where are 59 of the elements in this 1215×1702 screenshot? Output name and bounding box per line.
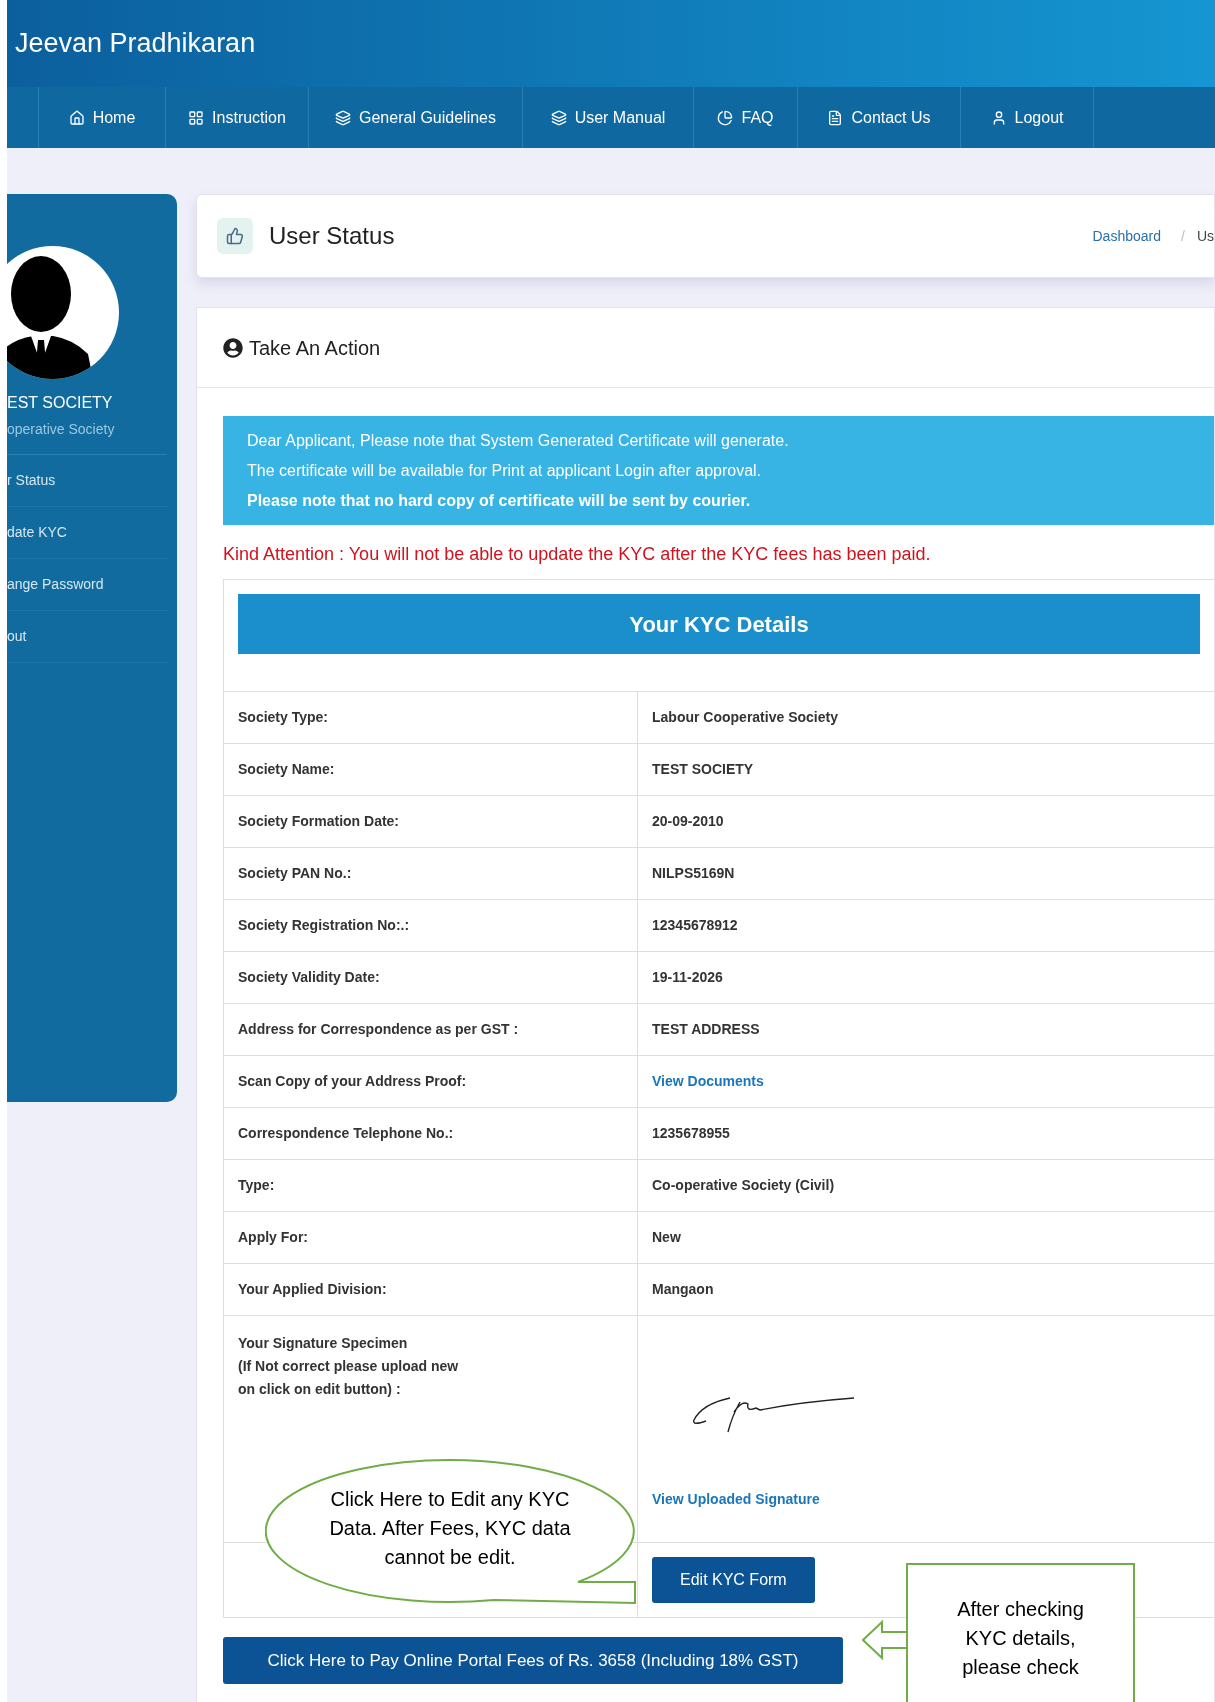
nav-link[interactable]: Home: [38, 87, 165, 148]
label-cell: Scan Copy of your Address Proof:: [224, 1056, 638, 1107]
card-title: Take An Action: [249, 335, 381, 361]
layers-icon: [550, 109, 567, 126]
nav-link[interactable]: FAQ: [693, 87, 797, 148]
document-icon: [827, 109, 844, 126]
edit-kyc-button[interactable]: Edit KYC Form: [652, 1557, 815, 1603]
nav-link[interactable]: Logout: [960, 87, 1094, 148]
breadcrumb-link[interactable]: Dashboard: [1092, 225, 1161, 247]
label-cell: Address for Correspondence as per GST :: [224, 1004, 638, 1055]
value-cell-text: Labour Cooperative Society: [651, 708, 839, 727]
label-cell: Correspondence Telephone No.:: [224, 1108, 638, 1159]
label-cell: Society Registration No:.:: [224, 900, 638, 951]
sidebar-item[interactable]: ange Password: [7, 559, 167, 611]
label-cell: Your Applied Division:: [224, 1264, 638, 1315]
nav-link[interactable]: Instruction: [165, 87, 308, 148]
thumbs-up-icon: [217, 218, 253, 254]
label-cell: Society Validity Date:: [224, 952, 638, 1003]
pie-chart-icon: [717, 109, 734, 126]
value-cell-text: 12345678912: [651, 916, 739, 935]
notice-line: Please note that no hard copy of certificate will be sent by courier.: [247, 490, 752, 511]
signature-link[interactable]: View Uploaded Signature: [652, 1489, 1200, 1510]
label-cell: Apply For:: [224, 1212, 638, 1263]
value-cell-text: New: [651, 1228, 682, 1247]
kyc-title-bar: Your KYC Details: [238, 594, 1200, 654]
value-cell-text: Co-operative Society (Civil): [651, 1176, 836, 1195]
site-title: Jeevan Pradhikaran: [15, 27, 256, 61]
label-cell: Society Type:: [224, 692, 638, 743]
value-cell-text: Mangaon: [651, 1280, 715, 1299]
pay-fees-button[interactable]: Click Here to Pay Online Portal Fees of Rs. 3658 (Including 18% GST): [223, 1637, 843, 1684]
notice-line: Dear Applicant, Please note that System Generated Certificate will generate.: [247, 430, 790, 451]
label-cell: Type:: [224, 1160, 638, 1211]
nav-link[interactable]: General Guidelines: [308, 87, 522, 148]
value-cell-text: 20-09-2010: [651, 812, 725, 831]
page-title: User Status: [269, 221, 395, 251]
label-cell: Society Name:: [224, 744, 638, 795]
documents-link[interactable]: View Documents: [652, 1071, 764, 1092]
nav-link[interactable]: User Manual: [522, 87, 693, 148]
sidebar-name: EST SOCIETY: [7, 393, 114, 413]
layers-icon: [335, 109, 351, 126]
value-cell-text: TEST SOCIETY: [651, 760, 755, 779]
sidebar-item[interactable]: out: [7, 611, 167, 663]
value-cell-text: TEST ADDRESS: [651, 1020, 761, 1039]
sidebar-item[interactable]: date KYC: [7, 507, 167, 559]
sidebar-subtitle: operative Society: [7, 420, 116, 439]
nav-link[interactable]: Contact Us: [797, 87, 960, 148]
value-cell-text: 1235678955: [651, 1124, 731, 1143]
value-cell-text: 19-11-2026: [651, 968, 724, 987]
home-icon: [68, 109, 85, 126]
label-cell: Society Formation Date:: [224, 796, 638, 847]
label-cell: Society PAN No.:: [224, 848, 638, 899]
callout-text: After checking KYC details, please check: [956, 1597, 1085, 1680]
grid-icon: [188, 109, 205, 126]
breadcrumb-separator: /: [1181, 226, 1185, 246]
sidebar-item[interactable]: r Status: [7, 455, 167, 507]
breadcrumb-link[interactable]: Us: [1196, 225, 1214, 247]
notice-line: The certificate will be available for Print at applicant Login after approval.: [247, 460, 763, 481]
attention-text: Kind Attention : You will not be able to update the KYC after the KYC fees has been paid.: [223, 543, 932, 566]
value-cell-text: NILPS5169N: [651, 864, 736, 883]
